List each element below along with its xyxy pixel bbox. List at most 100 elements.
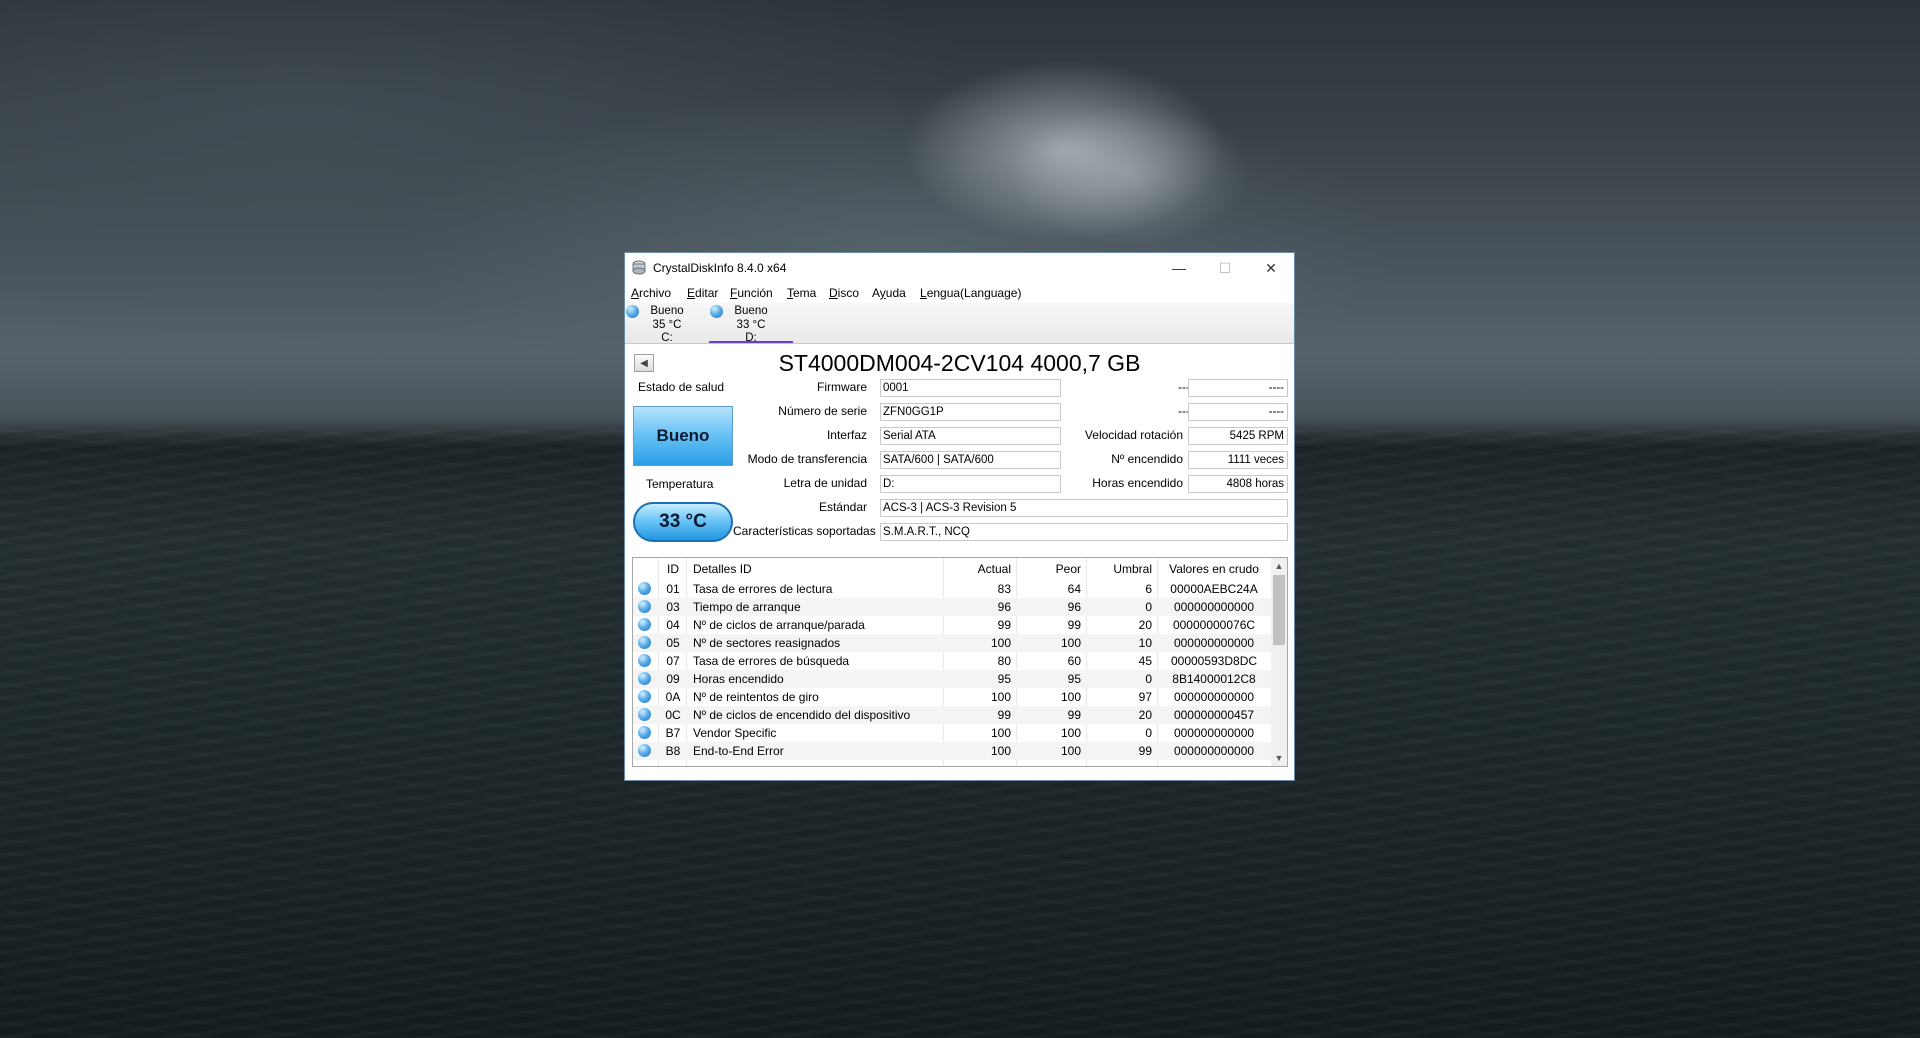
menu-bar: Archivo Editar Función Tema Disco Ayuda …	[625, 283, 1294, 303]
table-row[interactable]: B7 Vendor Specific 100 100 0 000000000000	[633, 724, 1271, 742]
window-title: CrystalDiskInfo 8.4.0 x64	[653, 261, 787, 275]
power-on-count-value: 1111 veces	[1188, 451, 1288, 469]
drive-temperature: 35 °C	[652, 319, 682, 331]
attribute-name: Tasa de errores de búsqueda	[693, 654, 850, 668]
maximize-button[interactable]: ☐	[1202, 253, 1248, 283]
column-header-current[interactable]: Actual	[945, 562, 1011, 576]
scroll-down-arrow-icon[interactable]: ▼	[1271, 750, 1287, 766]
health-status-label: Estado de salud	[638, 380, 725, 394]
smart-attributes-table[interactable]: ID Detalles ID Actual Peor Umbral Valore…	[632, 557, 1288, 767]
status-dot-icon	[638, 582, 651, 595]
attribute-name: Tiempo de arranque	[693, 600, 801, 614]
threshold-value: 6	[1145, 582, 1152, 596]
attribute-id: 03	[666, 600, 680, 614]
worst-value: 100	[1060, 636, 1081, 650]
status-dot-icon	[638, 726, 651, 739]
column-header-worst[interactable]: Peor	[1018, 562, 1081, 576]
table-row[interactable]: 0C Nº de ciclos de encendido del disposit…	[633, 706, 1271, 724]
drive-letter: D:	[745, 332, 757, 344]
worst-value: 64	[1067, 582, 1081, 596]
current-value: 99	[997, 618, 1011, 632]
threshold-value: 10	[1138, 636, 1152, 650]
drive-letter-value: D:	[880, 475, 1061, 493]
firmware-label: Firmware	[817, 380, 867, 394]
attribute-id: B8	[665, 744, 681, 758]
serial-value: ZFN0GG1P	[880, 403, 1061, 421]
scroll-up-arrow-icon[interactable]: ▲	[1271, 558, 1287, 574]
menu-lengua[interactable]: Lengua(Language)	[920, 286, 1021, 300]
attribute-name: Nº de ciclos de arranque/parada	[693, 618, 865, 632]
worst-value: 99	[1067, 708, 1081, 722]
drive-letter: C:	[661, 332, 673, 344]
attribute-id: 0A	[665, 690, 681, 704]
health-status-indicator[interactable]: Bueno	[633, 406, 733, 466]
raw-value: 000000000000	[1173, 600, 1255, 614]
table-row[interactable]: 03 Tiempo de arranque 96 96 0 000000000000	[633, 598, 1271, 616]
standard-label: Estándar	[818, 500, 867, 514]
attribute-id: 05	[666, 636, 680, 650]
transfer-mode-value: SATA/600 | SATA/600	[880, 451, 1061, 469]
power-on-count-label: Nº encendido	[1111, 452, 1183, 466]
status-dot-icon	[638, 672, 651, 685]
drive-status: Bueno	[734, 305, 768, 317]
unused-field-2-value: ----	[1188, 403, 1288, 421]
crystaldiskinfo-window: CrystalDiskInfo 8.4.0 x64 — ☐ ✕ Archivo …	[624, 252, 1295, 781]
scroll-thumb[interactable]	[1273, 575, 1285, 645]
table-row[interactable]: 09 Horas encendido 95 95 0 8B14000012C8	[633, 670, 1271, 688]
drive-temperature: 33 °C	[736, 319, 766, 331]
threshold-value: 0	[1145, 726, 1152, 740]
table-row[interactable]: 01 Tasa de errores de lectura 83 64 6 00000AE…	[633, 580, 1271, 598]
attribute-name: Tasa de errores de lectura	[693, 582, 833, 596]
smart-table-scrollbar[interactable]: ▲ ▼	[1271, 558, 1287, 766]
column-header-threshold[interactable]: Umbral	[1088, 562, 1152, 576]
worst-value: 60	[1067, 654, 1081, 668]
worst-value: 100	[1060, 726, 1081, 740]
column-header-id[interactable]: ID	[661, 562, 685, 576]
attribute-id: 09	[666, 672, 680, 686]
raw-value: 8B14000012C8	[1172, 672, 1256, 686]
close-button[interactable]: ✕	[1248, 253, 1294, 283]
menu-funcion[interactable]: Función	[730, 286, 773, 300]
current-value: 100	[990, 690, 1011, 704]
column-header-details[interactable]: Detalles ID	[693, 562, 752, 576]
interface-value: Serial ATA	[880, 427, 1061, 445]
threshold-value: 20	[1138, 618, 1152, 632]
temperature-indicator[interactable]: 33 °C	[633, 502, 733, 542]
table-row[interactable]: 04 Nº de ciclos de arranque/parada 99 99 20 0…	[633, 616, 1271, 634]
current-value: 83	[997, 582, 1011, 596]
health-status-icon	[626, 305, 639, 318]
table-row[interactable]: B8 End-to-End Error 100 100 99 000000000000	[633, 742, 1271, 760]
column-header-raw-values[interactable]: Valores en crudo	[1159, 562, 1269, 576]
threshold-value: 0	[1145, 600, 1152, 614]
attribute-name: End-to-End Error	[693, 744, 784, 758]
drive-tab-c[interactable]: Bueno 35 °C C:	[625, 303, 709, 344]
unused-field-1-label: ----	[1178, 380, 1194, 394]
power-on-hours-label: Horas encendido	[1092, 476, 1183, 490]
current-value: 80	[997, 654, 1011, 668]
minimize-button[interactable]: —	[1156, 253, 1202, 283]
status-dot-icon	[638, 708, 651, 721]
menu-editar[interactable]: Editar	[687, 286, 718, 300]
table-row[interactable]: 07 Tasa de errores de búsqueda 80 60 45 00000…	[633, 652, 1271, 670]
menu-tema[interactable]: Tema	[787, 286, 816, 300]
menu-ayuda[interactable]: Ayuda	[872, 286, 906, 300]
attribute-name: Nº de sectores reasignados	[693, 636, 841, 650]
serial-label: Número de serie	[778, 404, 867, 418]
table-row[interactable]: 0A Nº de reintentos de giro 100 100 97 000000…	[633, 688, 1271, 706]
worst-value: 100	[1060, 744, 1081, 758]
worst-value: 96	[1067, 600, 1081, 614]
menu-disco[interactable]: Disco	[829, 286, 859, 300]
menu-archivo[interactable]: Archivo	[631, 286, 671, 300]
raw-value: 000000000000	[1173, 690, 1255, 704]
transfer-mode-label: Modo de transferencia	[747, 452, 867, 466]
title-bar[interactable]: CrystalDiskInfo 8.4.0 x64 — ☐ ✕	[625, 253, 1294, 283]
table-row[interactable]: 05 Nº de sectores reasignados 100 100 10 0000…	[633, 634, 1271, 652]
current-value: 99	[997, 708, 1011, 722]
app-disk-icon	[632, 260, 646, 275]
current-value: 95	[997, 672, 1011, 686]
attribute-name: Horas encendido	[693, 672, 784, 686]
raw-value: 000000000000	[1173, 636, 1255, 650]
threshold-value: 45	[1138, 654, 1152, 668]
drive-tab-d[interactable]: Bueno 33 °C D:	[709, 303, 793, 344]
temperature-label: Temperatura	[646, 477, 714, 491]
